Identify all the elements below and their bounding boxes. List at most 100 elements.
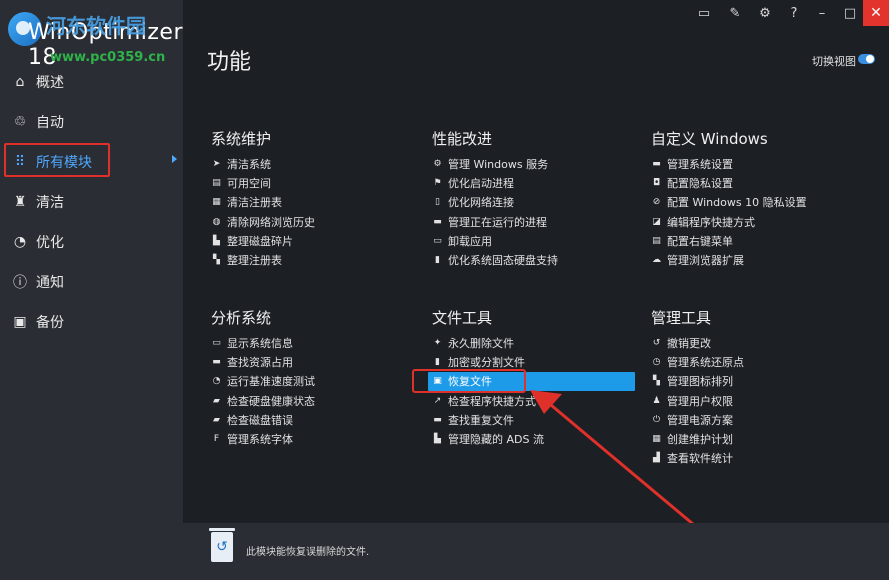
hdd-health-icon: ▰ [213,395,220,406]
module-item[interactable]: ▬ 查找重复文件 [432,410,635,429]
switch-view-label: 切换视图 [812,55,856,68]
module-item[interactable]: ◍ 清除网络浏览历史 [211,212,315,231]
module-item[interactable]: ▙ 整理磁盘碎片 [211,231,315,250]
undo-icon: ↺ [652,337,661,348]
stats-icon: ▟ [653,453,660,464]
module-item[interactable]: ▭ 卸载应用 [432,231,558,250]
module-item[interactable]: ♟ 管理用户权限 [651,391,744,410]
power-icon: ⏻ [652,414,661,425]
restore-point-icon: ◷ [652,356,661,367]
sidebar-item-automatic[interactable]: ♲ 自动 [0,102,183,142]
encrypt-icon: ▮ [435,356,440,367]
module-item[interactable]: ◔ 运行基准速度测试 [211,372,315,391]
sidebar-item-label: 概述 [36,75,64,91]
group-title: 自定义 Windows [651,130,768,148]
annotation-highlight-item [412,369,526,393]
module-item[interactable]: ↗ 检查程序快捷方式 [432,391,635,410]
group-admin-tools: 管理工具 ↺ 撤销更改 ◷ 管理系统还原点 ▚ 管理图标排列 ♟ 管理用户权限 ⏻ 管理电… [651,307,744,468]
title-bar: ▭ ✎ ⚙ ? – □ ✕ [183,0,889,28]
windows-privacy-icon: ⊘ [652,197,661,208]
annotation-highlight-sidebar [4,143,110,177]
app-logo: WinOptimizer 18 河东软件园 www.pc0359.cn [8,6,188,70]
ads-icon: ▙ [434,434,441,445]
module-item[interactable]: ⚑ 优化启动进程 [432,173,558,192]
broom-icon: ♜ [13,194,27,210]
module-item[interactable]: ◷ 管理系统还原点 [651,352,744,371]
module-item[interactable]: ▯ 优化网络连接 [432,193,558,212]
chat-icon[interactable]: ▭ [695,4,713,22]
sidebar-item-label: 清洁 [36,195,64,211]
sidebar-item-label: 优化 [36,235,64,251]
user-icon: ♟ [652,395,661,406]
close-button[interactable]: ✕ [863,0,889,26]
module-item[interactable]: ▚ 整理注册表 [211,250,315,269]
minimize-icon[interactable]: – [813,4,831,22]
benchmark-icon: ◔ [212,376,221,387]
sidebar-item-label: 备份 [36,315,64,331]
module-item[interactable]: ▰ 检查磁盘错误 [211,410,315,429]
group-title: 系统维护 [211,130,272,148]
module-item[interactable]: ⊘ 配置 Windows 10 隐私设置 [651,193,807,212]
sidebar: WinOptimizer 18 河东软件园 www.pc0359.cn ⌂ 概述… [0,0,183,580]
group-customize-windows: 自定义 Windows ▬ 管理系统设置 ◘ 配置隐私设置 ⊘ 配置 Windows … [651,128,807,270]
process-icon: ▬ [433,216,442,227]
module-item[interactable]: ▭ 显示系统信息 [211,333,315,352]
group-title: 管理工具 [651,309,712,327]
switch-view-toggle[interactable] [858,54,875,64]
group-analyze-system: 分析系统 ▭ 显示系统信息 ▬ 查找资源占用 ◔ 运行基准速度测试 ▰ 检查硬盘健康状态… [211,307,315,449]
module-item[interactable]: ◘ 配置隐私设置 [651,173,807,192]
module-item[interactable]: F 管理系统字体 [211,429,315,448]
module-item[interactable]: ▰ 检查硬盘健康状态 [211,391,315,410]
group-title: 文件工具 [432,309,493,327]
sidebar-item-notifications[interactable]: ⓘ 通知 [0,262,183,302]
disk-check-icon: ▰ [213,414,220,425]
module-item[interactable]: ☁ 管理浏览器扩展 [651,250,807,269]
sidebar-item-backup[interactable]: ▣ 备份 [0,302,183,342]
gear-icon[interactable]: ⚙ [756,4,774,22]
ssd-icon: ▮ [435,255,440,266]
shortcut-check-icon: ↗ [433,395,442,406]
module-item[interactable]: ▬ 管理系统设置 [651,154,807,173]
edit-icon[interactable]: ✎ [726,4,744,22]
module-item[interactable]: ▬ 查找资源占用 [211,352,315,371]
uninstall-icon: ▭ [433,235,442,246]
module-item[interactable]: ➤ 清洁系统 [211,154,315,173]
module-item[interactable]: ⏻ 管理电源方案 [651,410,744,429]
sidebar-item-optimize[interactable]: ◔ 优化 [0,222,183,262]
module-item[interactable]: ▤ 配置右键菜单 [651,231,807,250]
group-system-maintenance: 系统维护 ➤ 清洁系统 ▤ 可用空间 ▦ 清洁注册表 ◍ 清除网络浏览历史 ▙ 整理磁盘碎… [211,128,315,270]
watermark-text: 河东软件园 [46,14,146,38]
sidebar-item-clean[interactable]: ♜ 清洁 [0,182,183,222]
defrag-icon: ▙ [213,235,220,246]
schedule-icon: ▦ [652,434,661,445]
services-icon: ⚙ [433,158,442,169]
resource-icon: ▬ [212,356,221,367]
module-item[interactable]: ▤ 可用空间 [211,173,315,192]
module-item[interactable]: ▚ 管理图标排列 [651,372,744,391]
sidebar-item-label: 自动 [36,115,64,131]
module-item[interactable]: ▬ 管理正在运行的进程 [432,212,558,231]
module-item[interactable]: ↺ 撤销更改 [651,333,744,352]
shred-icon: ✦ [433,337,442,348]
maximize-icon[interactable]: □ [841,4,859,22]
duplicate-icon: ▬ [433,414,442,425]
module-item[interactable]: ▟ 查看软件统计 [651,449,744,468]
font-icon: F [213,434,220,445]
network-icon: ▯ [435,197,440,208]
help-icon[interactable]: ? [785,4,803,22]
module-item[interactable]: ▮ 优化系统固态硬盘支持 [432,250,558,269]
module-item[interactable]: ▦ 创建维护计划 [651,429,744,448]
module-item[interactable]: ⚙ 管理 Windows 服务 [432,154,558,173]
page-title: 功能 [207,50,252,75]
module-item[interactable]: ◪ 编辑程序快捷方式 [651,212,807,231]
privacy-icon: ◘ [652,177,661,188]
cursor-icon: ➤ [212,158,221,169]
icon-layout-icon: ▚ [653,376,660,387]
module-item[interactable]: ✦ 永久删除文件 [432,333,635,352]
backup-icon: ▣ [13,314,27,330]
sidebar-item-overview[interactable]: ⌂ 概述 [0,62,183,102]
sidebar-nav: ⌂ 概述 ♲ 自动 ⠿ 所有模块 ♜ 清洁 ◔ 优化 ⓘ 通知 ▣ 备份 [0,62,183,342]
module-item[interactable]: ▦ 清洁注册表 [211,193,315,212]
footer-bar: ↺ 此模块能恢复误删除的文件. [183,523,889,580]
module-item[interactable]: ▙ 管理隐藏的 ADS 流 [432,429,635,448]
